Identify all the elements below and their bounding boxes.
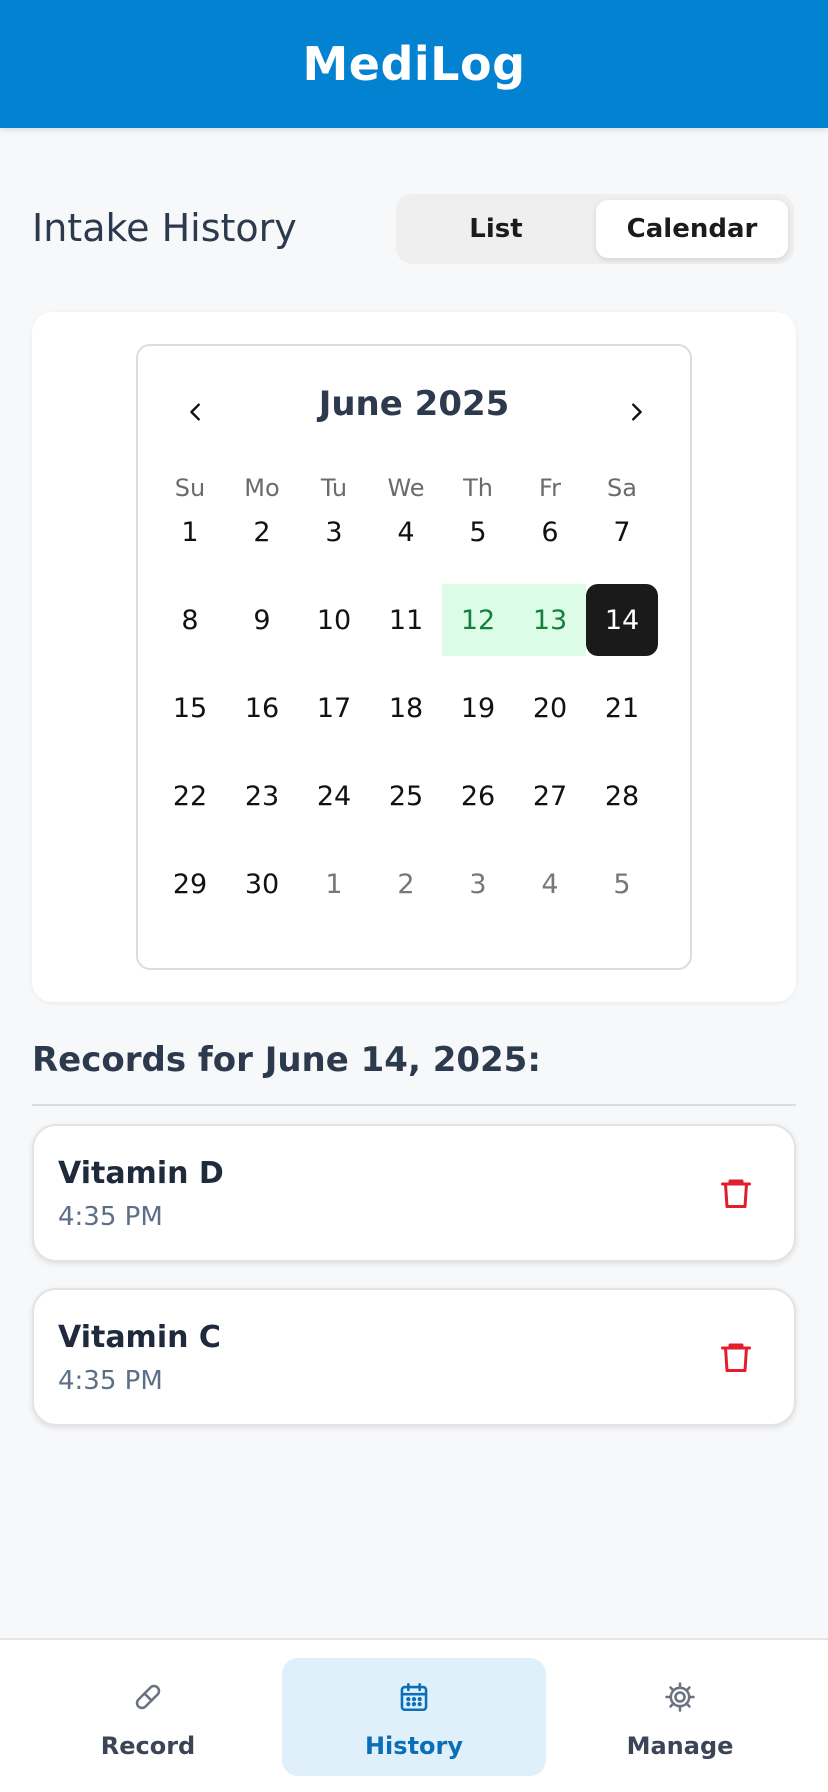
calendar-day[interactable]: 21 xyxy=(586,672,658,744)
calendar-day[interactable]: 1 xyxy=(298,848,370,920)
nav-item-record[interactable]: Record xyxy=(16,1658,280,1776)
calendar-day[interactable]: 10 xyxy=(298,584,370,656)
nav-item-history[interactable]: History xyxy=(282,1658,546,1776)
calendar-day[interactable]: 6 xyxy=(514,496,586,568)
calendar-month-title: June 2025 xyxy=(318,384,510,424)
pill-icon xyxy=(135,1684,161,1710)
calendar-icon xyxy=(400,1682,428,1712)
calendar-day[interactable]: 5 xyxy=(442,496,514,568)
next-month-button[interactable] xyxy=(616,392,656,432)
list-view-button[interactable]: List xyxy=(396,200,596,258)
bottom-nav: Record History Manage xyxy=(0,1638,828,1792)
calendar-day[interactable]: 19 xyxy=(442,672,514,744)
app-header: MediLog xyxy=(0,0,828,128)
calendar-day[interactable]: 2 xyxy=(370,848,442,920)
record-time: 4:35 PM xyxy=(58,1202,163,1232)
calendar: June 2025 Su Mo Tu We Th Fr Sa 1 2 3 4 5 6 7 8 9 10 11 12 1… xyxy=(136,344,692,970)
record-card: Vitamin D 4:35 PM xyxy=(32,1124,796,1262)
calendar-day[interactable]: 17 xyxy=(298,672,370,744)
calendar-day[interactable]: 11 xyxy=(370,584,442,656)
records-heading: Records for June 14, 2025: xyxy=(32,1040,541,1080)
calendar-day[interactable]: 5 xyxy=(586,848,658,920)
app-title: MediLog xyxy=(302,37,526,91)
trash-icon xyxy=(721,1179,751,1208)
record-name: Vitamin C xyxy=(58,1320,221,1355)
calendar-day[interactable]: 23 xyxy=(226,760,298,832)
calendar-day[interactable]: 22 xyxy=(154,760,226,832)
calendar-day[interactable]: 30 xyxy=(226,848,298,920)
record-card: Vitamin C 4:35 PM xyxy=(32,1288,796,1426)
calendar-day[interactable]: 25 xyxy=(370,760,442,832)
calendar-day[interactable]: 8 xyxy=(154,584,226,656)
calendar-day[interactable]: 9 xyxy=(226,584,298,656)
nav-label: Manage xyxy=(626,1732,734,1760)
calendar-day[interactable]: 20 xyxy=(514,672,586,744)
calendar-day[interactable]: 3 xyxy=(442,848,514,920)
calendar-day[interactable]: 28 xyxy=(586,760,658,832)
calendar-day[interactable]: 1 xyxy=(154,496,226,568)
page-title: Intake History xyxy=(32,206,297,250)
calendar-day[interactable]: 7 xyxy=(586,496,658,568)
calendar-day[interactable]: 13 xyxy=(514,584,586,656)
calendar-day[interactable]: 4 xyxy=(514,848,586,920)
gear-icon xyxy=(665,1682,695,1712)
calendar-day[interactable]: 12 xyxy=(442,584,514,656)
nav-label: Record xyxy=(100,1732,196,1760)
divider xyxy=(32,1104,796,1106)
calendar-day[interactable]: 24 xyxy=(298,760,370,832)
calendar-day[interactable]: 3 xyxy=(298,496,370,568)
calendar-day[interactable]: 29 xyxy=(154,848,226,920)
calendar-day[interactable]: 16 xyxy=(226,672,298,744)
calendar-day[interactable]: 2 xyxy=(226,496,298,568)
calendar-day[interactable]: 27 xyxy=(514,760,586,832)
calendar-day[interactable]: 4 xyxy=(370,496,442,568)
record-name: Vitamin D xyxy=(58,1156,224,1191)
record-time: 4:35 PM xyxy=(58,1366,163,1396)
trash-icon xyxy=(721,1343,751,1372)
delete-record-button[interactable] xyxy=(718,1174,754,1212)
chevron-right-icon xyxy=(632,403,642,421)
nav-item-manage[interactable]: Manage xyxy=(548,1658,812,1776)
view-toggle: List Calendar xyxy=(396,194,794,264)
nav-label: History xyxy=(364,1732,464,1760)
calendar-view-button[interactable]: Calendar xyxy=(596,200,788,258)
calendar-day[interactable]: 15 xyxy=(154,672,226,744)
calendar-day-selected[interactable]: 14 xyxy=(586,584,658,656)
calendar-day[interactable]: 26 xyxy=(442,760,514,832)
calendar-day[interactable]: 18 xyxy=(370,672,442,744)
delete-record-button[interactable] xyxy=(718,1338,754,1376)
